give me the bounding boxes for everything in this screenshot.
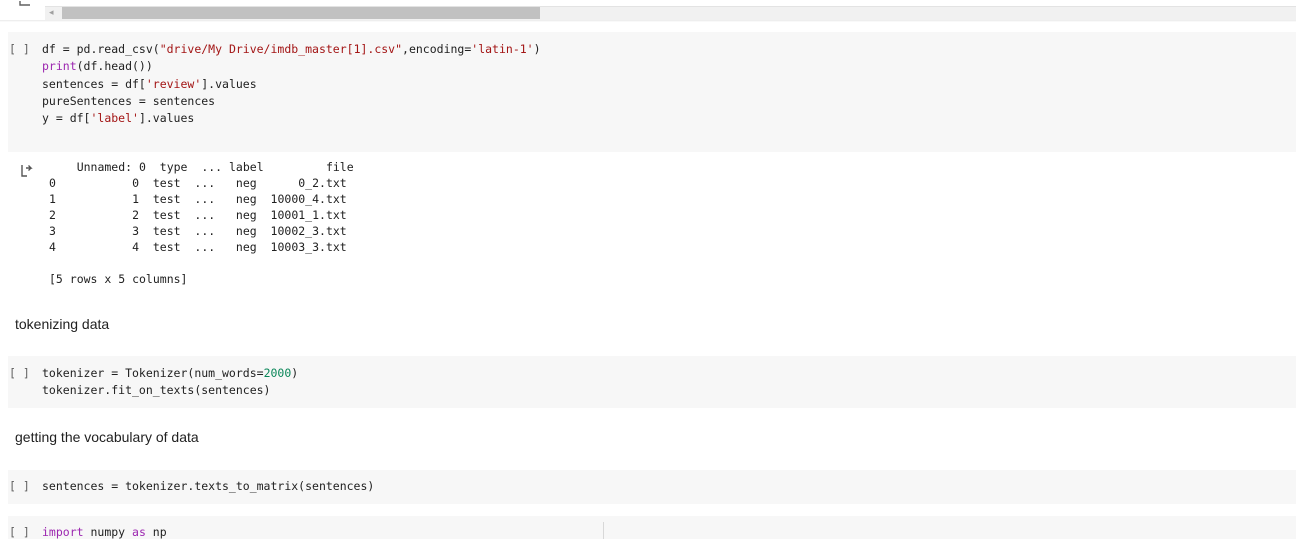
code-text: ,encoding= — [402, 42, 472, 56]
code-keyword: import — [42, 525, 84, 539]
scroll-left-arrow-icon[interactable]: ◂ — [49, 6, 54, 19]
code-text: pureSentences = sentences — [42, 93, 216, 108]
code-string: 'review' — [145, 76, 202, 91]
text-cell-tokenizing: tokenizing data — [15, 316, 110, 332]
code-string: 'latin-1' — [471, 42, 534, 56]
code-text: y = df[ — [42, 111, 91, 126]
code-text: tokenizer = Tokenizer(num_words= — [42, 366, 264, 380]
code-cell-import-numpy[interactable] — [8, 516, 1296, 539]
code-text: df = pd.read_csv( — [42, 42, 160, 56]
output-icon — [19, 0, 33, 10]
code-text: ) — [291, 366, 299, 380]
code-text: sentences = df[ — [42, 76, 146, 91]
code-text: tokenizer.fit_on_texts(sentences) — [42, 383, 271, 398]
code-editor[interactable]: tokenizer = Tokenizer(num_words=2000) to… — [42, 365, 298, 400]
code-text: ].values — [138, 111, 195, 126]
code-keyword: as — [132, 525, 146, 539]
code-text: ].values — [201, 76, 257, 91]
code-builtin: print — [42, 59, 77, 74]
code-string: 'label' — [90, 111, 139, 126]
code-number: 2000 — [263, 366, 292, 380]
run-cell-button[interactable]: [ ] — [9, 479, 30, 493]
code-string: "drive/My Drive/imdb_master[1].csv" — [159, 42, 403, 56]
text-cell-vocabulary: getting the vocabulary of data — [15, 429, 199, 445]
run-cell-button[interactable]: [ ] — [9, 366, 30, 380]
code-text: np — [145, 525, 167, 539]
code-editor[interactable]: import numpy as np — [42, 524, 167, 541]
editor-ruler — [603, 522, 604, 539]
code-editor[interactable]: sentences = tokenizer.texts_to_matrix(se… — [42, 478, 374, 495]
cell-output: Unnamed: 0 type ... label file 0 0 test … — [49, 160, 354, 286]
scrollbar-thumb[interactable] — [62, 7, 540, 19]
code-text: ) — [533, 42, 541, 56]
run-cell-button[interactable]: [ ] — [9, 525, 30, 539]
code-editor[interactable]: df = pd.read_csv("drive/My Drive/imdb_ma… — [42, 41, 541, 127]
run-cell-button[interactable]: [ ] — [9, 42, 30, 56]
divider — [0, 20, 1296, 22]
code-text: numpy — [83, 525, 133, 539]
output-icon[interactable] — [20, 164, 34, 178]
previous-output-strip: ◂ — [0, 0, 1296, 22]
code-text: (df.head()) — [76, 59, 153, 74]
code-text: sentences = tokenizer.texts_to_matrix(se… — [42, 479, 375, 493]
